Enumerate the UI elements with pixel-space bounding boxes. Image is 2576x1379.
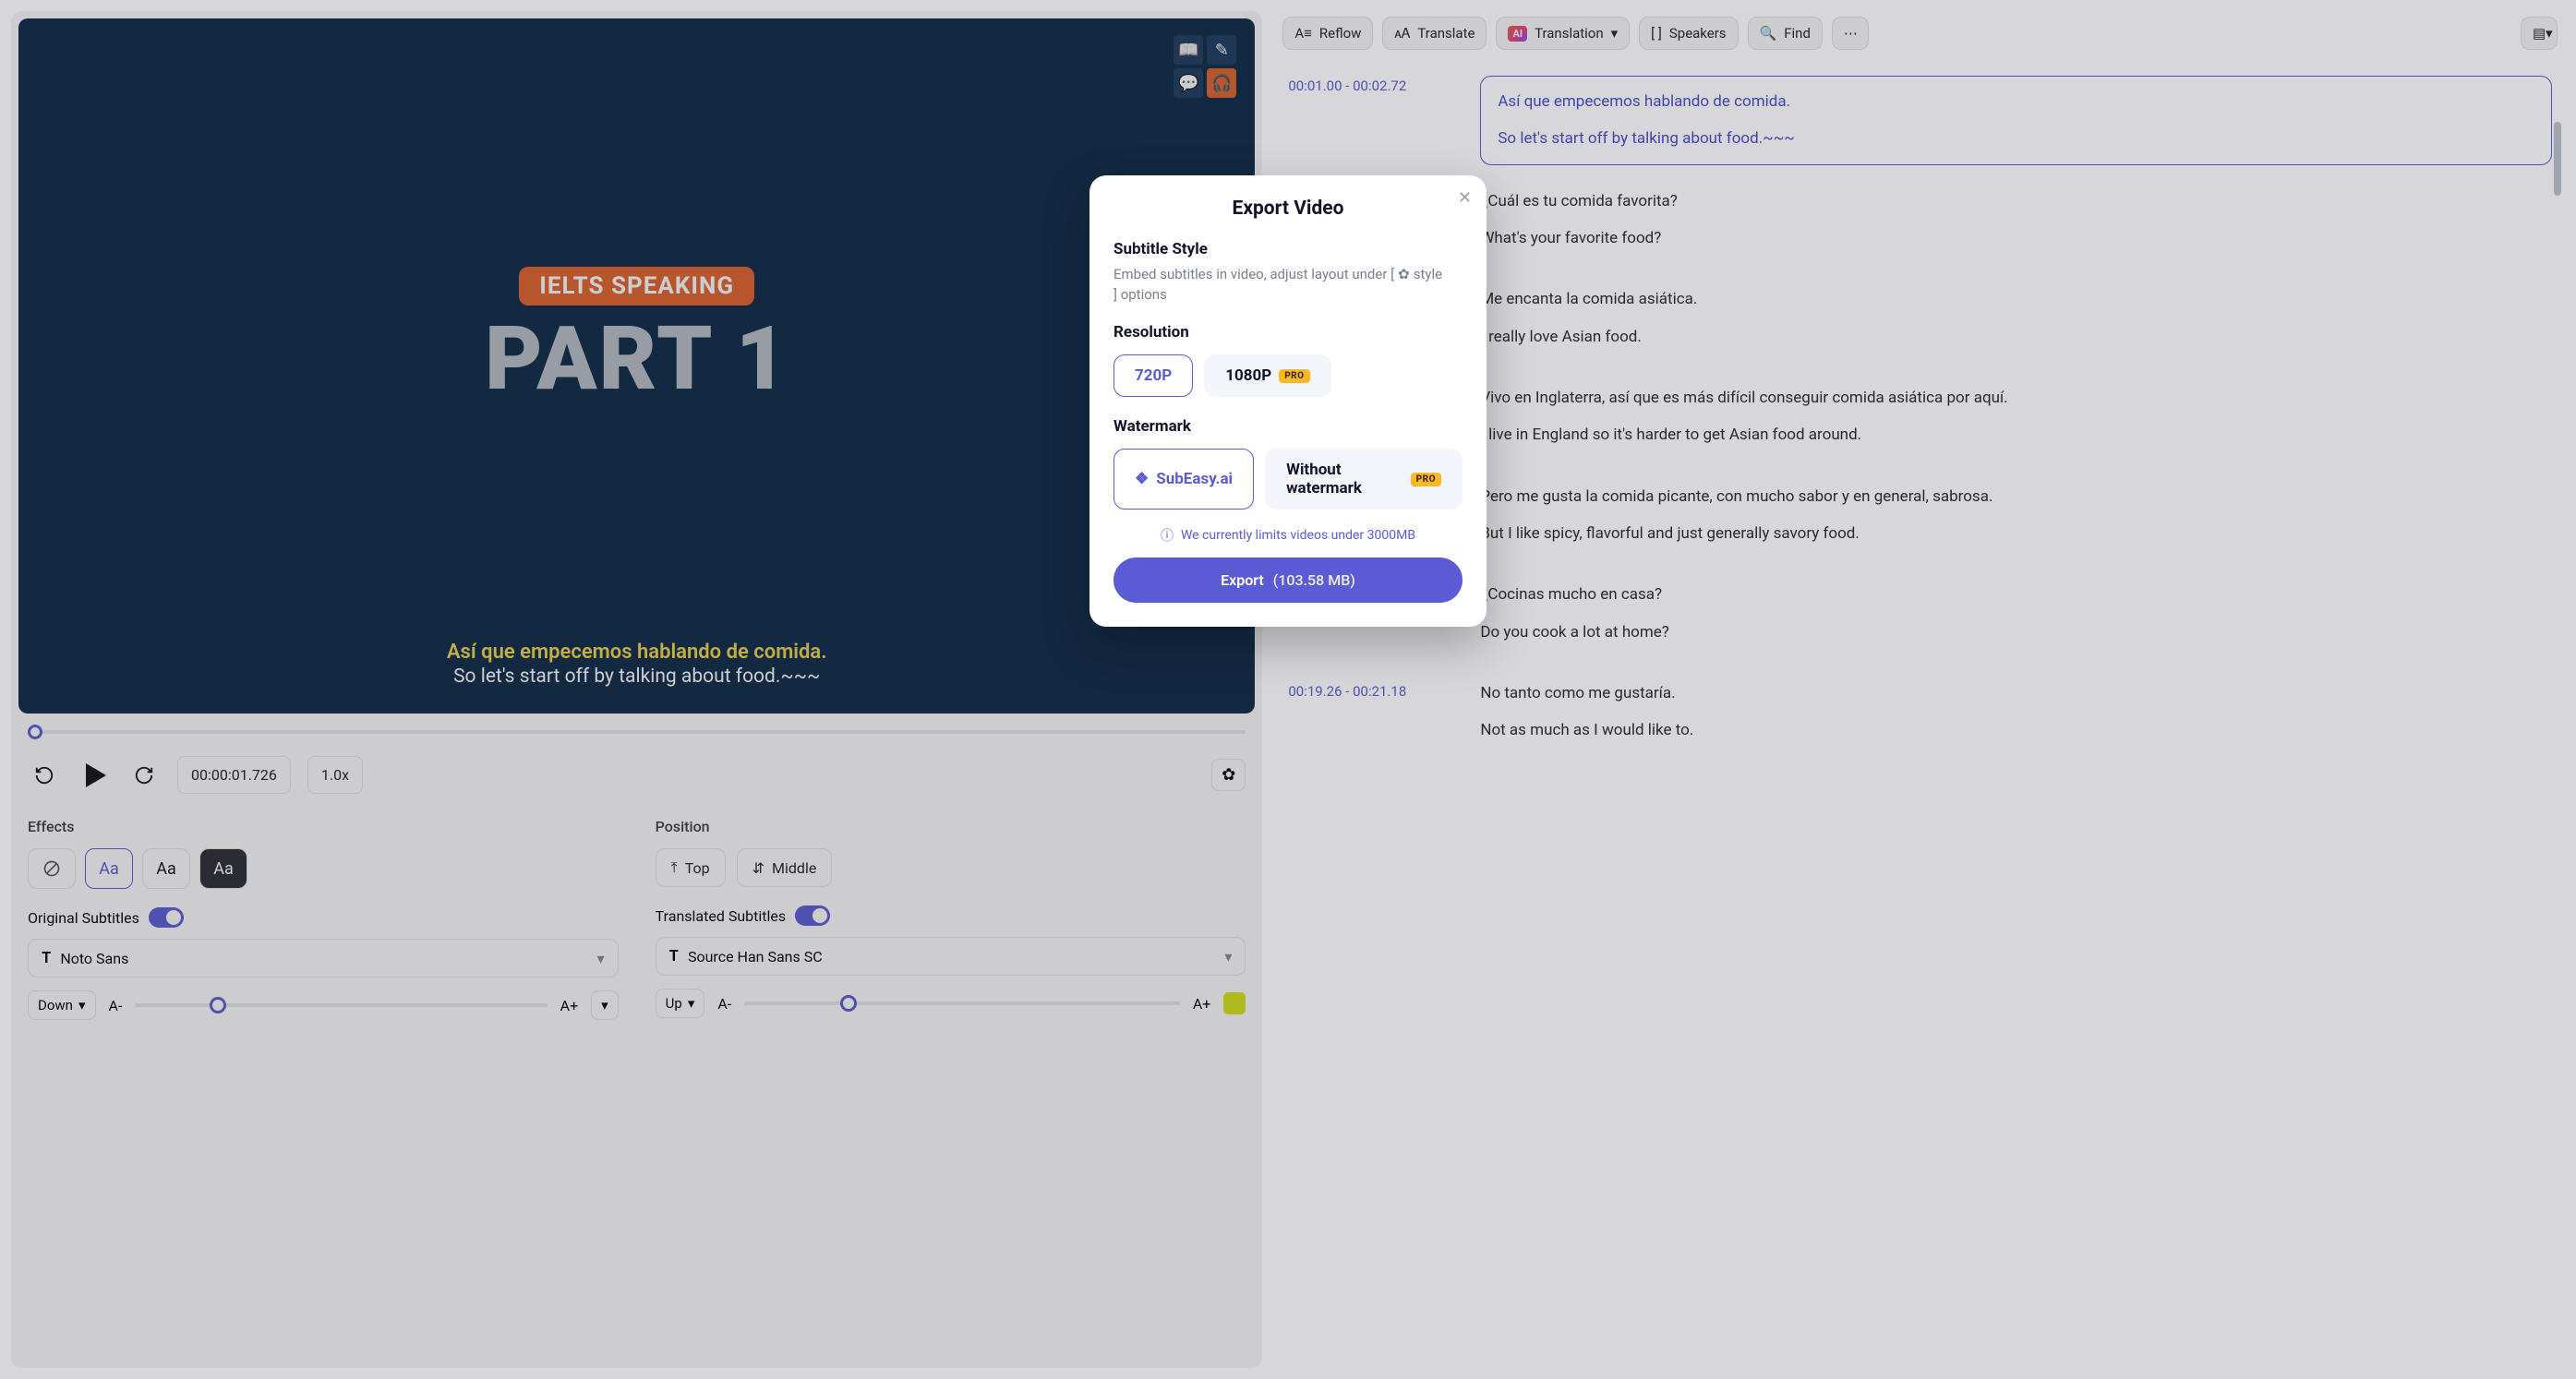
export-video-modal: ✕ Export Video Subtitle Style Embed subt…	[1089, 175, 1487, 627]
close-icon[interactable]: ✕	[1458, 188, 1472, 208]
subtitle-style-label: Subtitle Style	[1113, 240, 1463, 258]
info-icon: ⓘ	[1161, 526, 1174, 545]
pro-badge: PRO	[1411, 473, 1441, 486]
watermark-subeasy[interactable]: ❖ SubEasy.ai	[1113, 449, 1254, 510]
size-limit-info: ⓘ We currently limits videos under 3000M…	[1113, 526, 1463, 545]
modal-title: Export Video	[1113, 198, 1463, 220]
modal-overlay[interactable]: ✕ Export Video Subtitle Style Embed subt…	[0, 0, 2576, 1379]
resolution-1080p[interactable]: 1080P PRO	[1204, 354, 1330, 397]
subtitle-style-desc: Embed subtitles in video, adjust layout …	[1113, 266, 1463, 303]
resolution-720p[interactable]: 720P	[1113, 354, 1193, 397]
watermark-label: Watermark	[1113, 417, 1463, 436]
flower-icon: ✿	[1398, 266, 1410, 282]
subeasy-logo-icon: ❖	[1135, 470, 1149, 488]
pro-badge: PRO	[1279, 369, 1309, 383]
resolution-label: Resolution	[1113, 323, 1463, 342]
export-button[interactable]: Export (103.58 MB)	[1113, 558, 1463, 603]
watermark-none[interactable]: Without watermark PRO	[1265, 449, 1463, 510]
